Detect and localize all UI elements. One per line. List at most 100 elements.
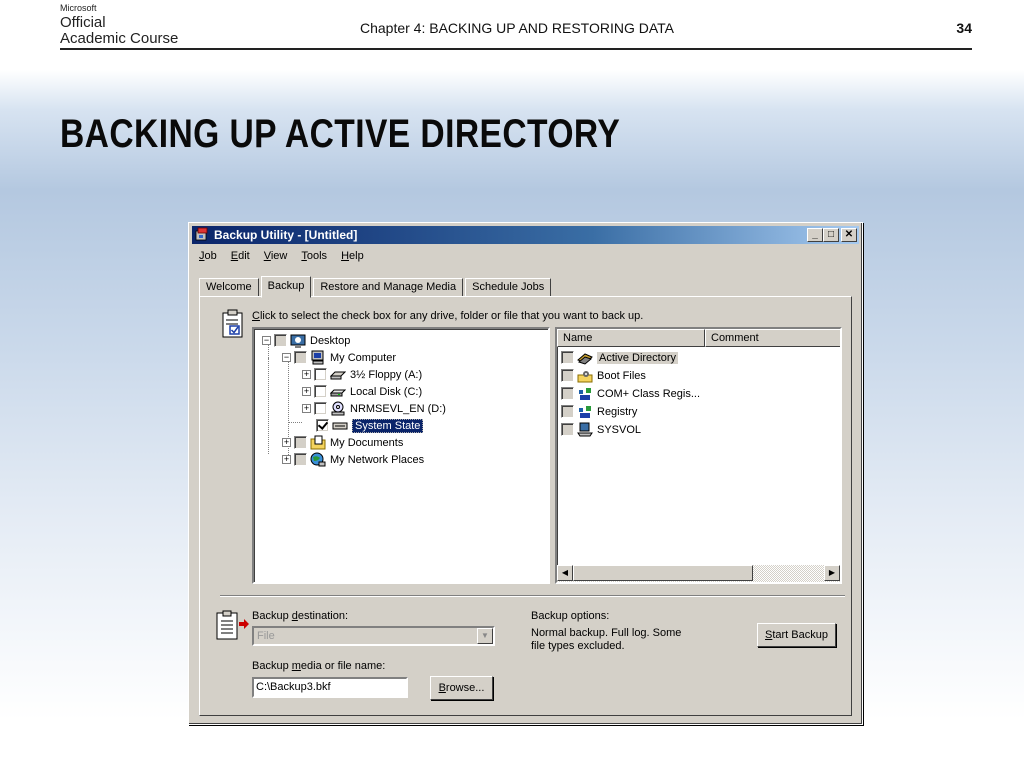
collapse-icon[interactable]: − [262, 336, 271, 345]
list-item-com-plus[interactable]: COM+ Class Regis... [561, 385, 700, 402]
list-item-label: COM+ Class Regis... [597, 387, 700, 400]
checkbox-floppy[interactable] [314, 368, 327, 381]
window-title: Backup Utility - [Untitled] [214, 228, 358, 242]
menu-edit-label: dit [238, 250, 250, 262]
tree-item-my-documents[interactable]: + My Documents [282, 434, 403, 451]
tree-item-label: 3½ Floppy (A:) [350, 368, 423, 381]
column-header-comment[interactable]: Comment [705, 329, 840, 347]
scroll-thumb[interactable] [573, 565, 753, 581]
checkbox-my-network-places[interactable] [294, 453, 307, 466]
tab-welcome[interactable]: Welcome [199, 278, 259, 297]
chapter-heading: Chapter 4: BACKING UP AND RESTORING DATA [359, 20, 675, 36]
minimize-button[interactable]: _ [807, 228, 823, 242]
media-label-pre: Backup [252, 660, 292, 672]
destination-label-pre: Backup [252, 610, 292, 622]
checkbox-cd-drive[interactable] [314, 402, 327, 415]
destination-label-post: estination: [297, 610, 349, 622]
tab-restore-and-manage-media[interactable]: Restore and Manage Media [313, 278, 464, 297]
backup-utility-window: Backup Utility - [Untitled] _ □ ✕ Job Ed… [188, 222, 863, 725]
chevron-down-icon[interactable]: ▼ [477, 628, 493, 644]
start-backup-label: tart Backup [772, 629, 828, 641]
menu-help-label: elp [349, 250, 364, 262]
menu-job-label: ob [204, 250, 217, 262]
browse-key: B [438, 682, 446, 694]
hard-disk-icon [330, 389, 346, 396]
checkbox-boot-files[interactable] [561, 369, 574, 382]
tree-line [288, 422, 302, 423]
collapse-icon[interactable]: − [282, 353, 291, 362]
expand-icon[interactable]: + [302, 370, 311, 379]
media-label-key: m [291, 660, 301, 672]
system-state-icon [332, 422, 348, 429]
checkbox-my-documents[interactable] [294, 436, 307, 449]
backup-destination-select[interactable]: File ▼ [252, 626, 495, 646]
computer-icon [311, 350, 324, 364]
tab-schedule-jobs[interactable]: Schedule Jobs [465, 278, 552, 297]
item-list-pane[interactable]: Name Comment Active Directory Boot Files… [555, 327, 842, 584]
menu-job[interactable]: Job [199, 247, 217, 265]
list-item-registry[interactable]: Registry [561, 403, 637, 420]
scroll-right-button[interactable]: ▶ [824, 565, 840, 581]
close-button[interactable]: ✕ [841, 228, 857, 242]
tree-item-desktop[interactable]: − Desktop [262, 332, 350, 349]
header-rule [60, 48, 972, 50]
checkbox-desktop[interactable] [274, 334, 287, 347]
expand-icon[interactable]: + [282, 438, 291, 447]
list-item-sysvol[interactable]: SYSVOL [561, 421, 641, 438]
tree-item-my-computer[interactable]: − My Computer [282, 349, 396, 366]
menu-help[interactable]: Help [341, 247, 364, 265]
menu-view-key: V [263, 250, 271, 262]
desktop-icon [290, 334, 306, 348]
backup-options-line-2: file types excluded. [531, 640, 625, 652]
expand-icon[interactable]: + [282, 455, 291, 464]
maximize-button[interactable]: □ [823, 228, 839, 242]
tree-item-cd-drive[interactable]: + NRMSEVL_EN (D:) [302, 400, 446, 417]
registry-icon [579, 405, 591, 418]
tree-item-floppy[interactable]: + 3½ Floppy (A:) [302, 366, 422, 383]
tree-item-my-network-places[interactable]: + My Network Places [282, 451, 424, 468]
checkbox-registry[interactable] [561, 405, 574, 418]
list-item-active-directory[interactable]: Active Directory [561, 349, 679, 366]
com-plus-icon [579, 387, 591, 400]
checkbox-my-computer[interactable] [294, 351, 307, 364]
tree-item-system-state[interactable]: System State [316, 417, 424, 434]
menu-view[interactable]: View [264, 247, 288, 265]
checkbox-system-state[interactable] [316, 419, 329, 432]
expand-icon[interactable]: + [302, 387, 311, 396]
backup-app-icon [195, 227, 208, 241]
active-directory-icon [577, 352, 593, 365]
page-number: 34 [956, 20, 972, 36]
tree-item-label: My Computer [330, 351, 397, 364]
backup-destination-label: Backup destination: [252, 610, 348, 622]
menu-edit[interactable]: Edit [231, 247, 250, 265]
expand-icon[interactable]: + [302, 404, 311, 413]
backup-tab-panel: Click to select the check box for any dr… [199, 296, 852, 716]
tree-item-label: System State [352, 418, 424, 433]
menu-tools[interactable]: Tools [301, 247, 327, 265]
checkbox-com-plus[interactable] [561, 387, 574, 400]
section-divider [220, 595, 845, 597]
instruction-text: Click to select the check box for any dr… [252, 310, 643, 322]
media-label-post: edia or file name: [300, 660, 386, 672]
browse-button[interactable]: Browse... [430, 676, 493, 700]
browse-label: rowse... [445, 682, 485, 694]
start-backup-button[interactable]: Start Backup [757, 623, 836, 647]
checkbox-local-disk[interactable] [314, 385, 327, 398]
column-header-name[interactable]: Name [557, 329, 705, 347]
tab-backup[interactable]: Backup [260, 276, 312, 298]
checkbox-sysvol[interactable] [561, 423, 574, 436]
scroll-left-button[interactable]: ◀ [557, 565, 573, 581]
list-item-boot-files[interactable]: Boot Files [561, 367, 646, 384]
list-header: Name Comment [557, 329, 840, 347]
backup-media-filename-input[interactable]: C:\Backup3.bkf [252, 677, 408, 698]
tree-item-local-disk[interactable]: + Local Disk (C:) [302, 383, 422, 400]
tree-item-label: NRMSEVL_EN (D:) [350, 402, 446, 415]
window-titlebar[interactable]: Backup Utility - [Untitled] _ □ ✕ [192, 226, 859, 244]
tree-line [268, 358, 269, 454]
horizontal-scrollbar[interactable]: ◀ ▶ [557, 565, 840, 582]
list-item-label: Active Directory [597, 351, 679, 364]
backup-destination-icon [216, 610, 249, 640]
drive-folder-tree[interactable]: − Desktop − My Computer + 3½ Floppy (A:)… [252, 327, 550, 584]
tree-item-label: Local Disk (C:) [350, 385, 423, 398]
checkbox-active-directory[interactable] [561, 351, 574, 364]
